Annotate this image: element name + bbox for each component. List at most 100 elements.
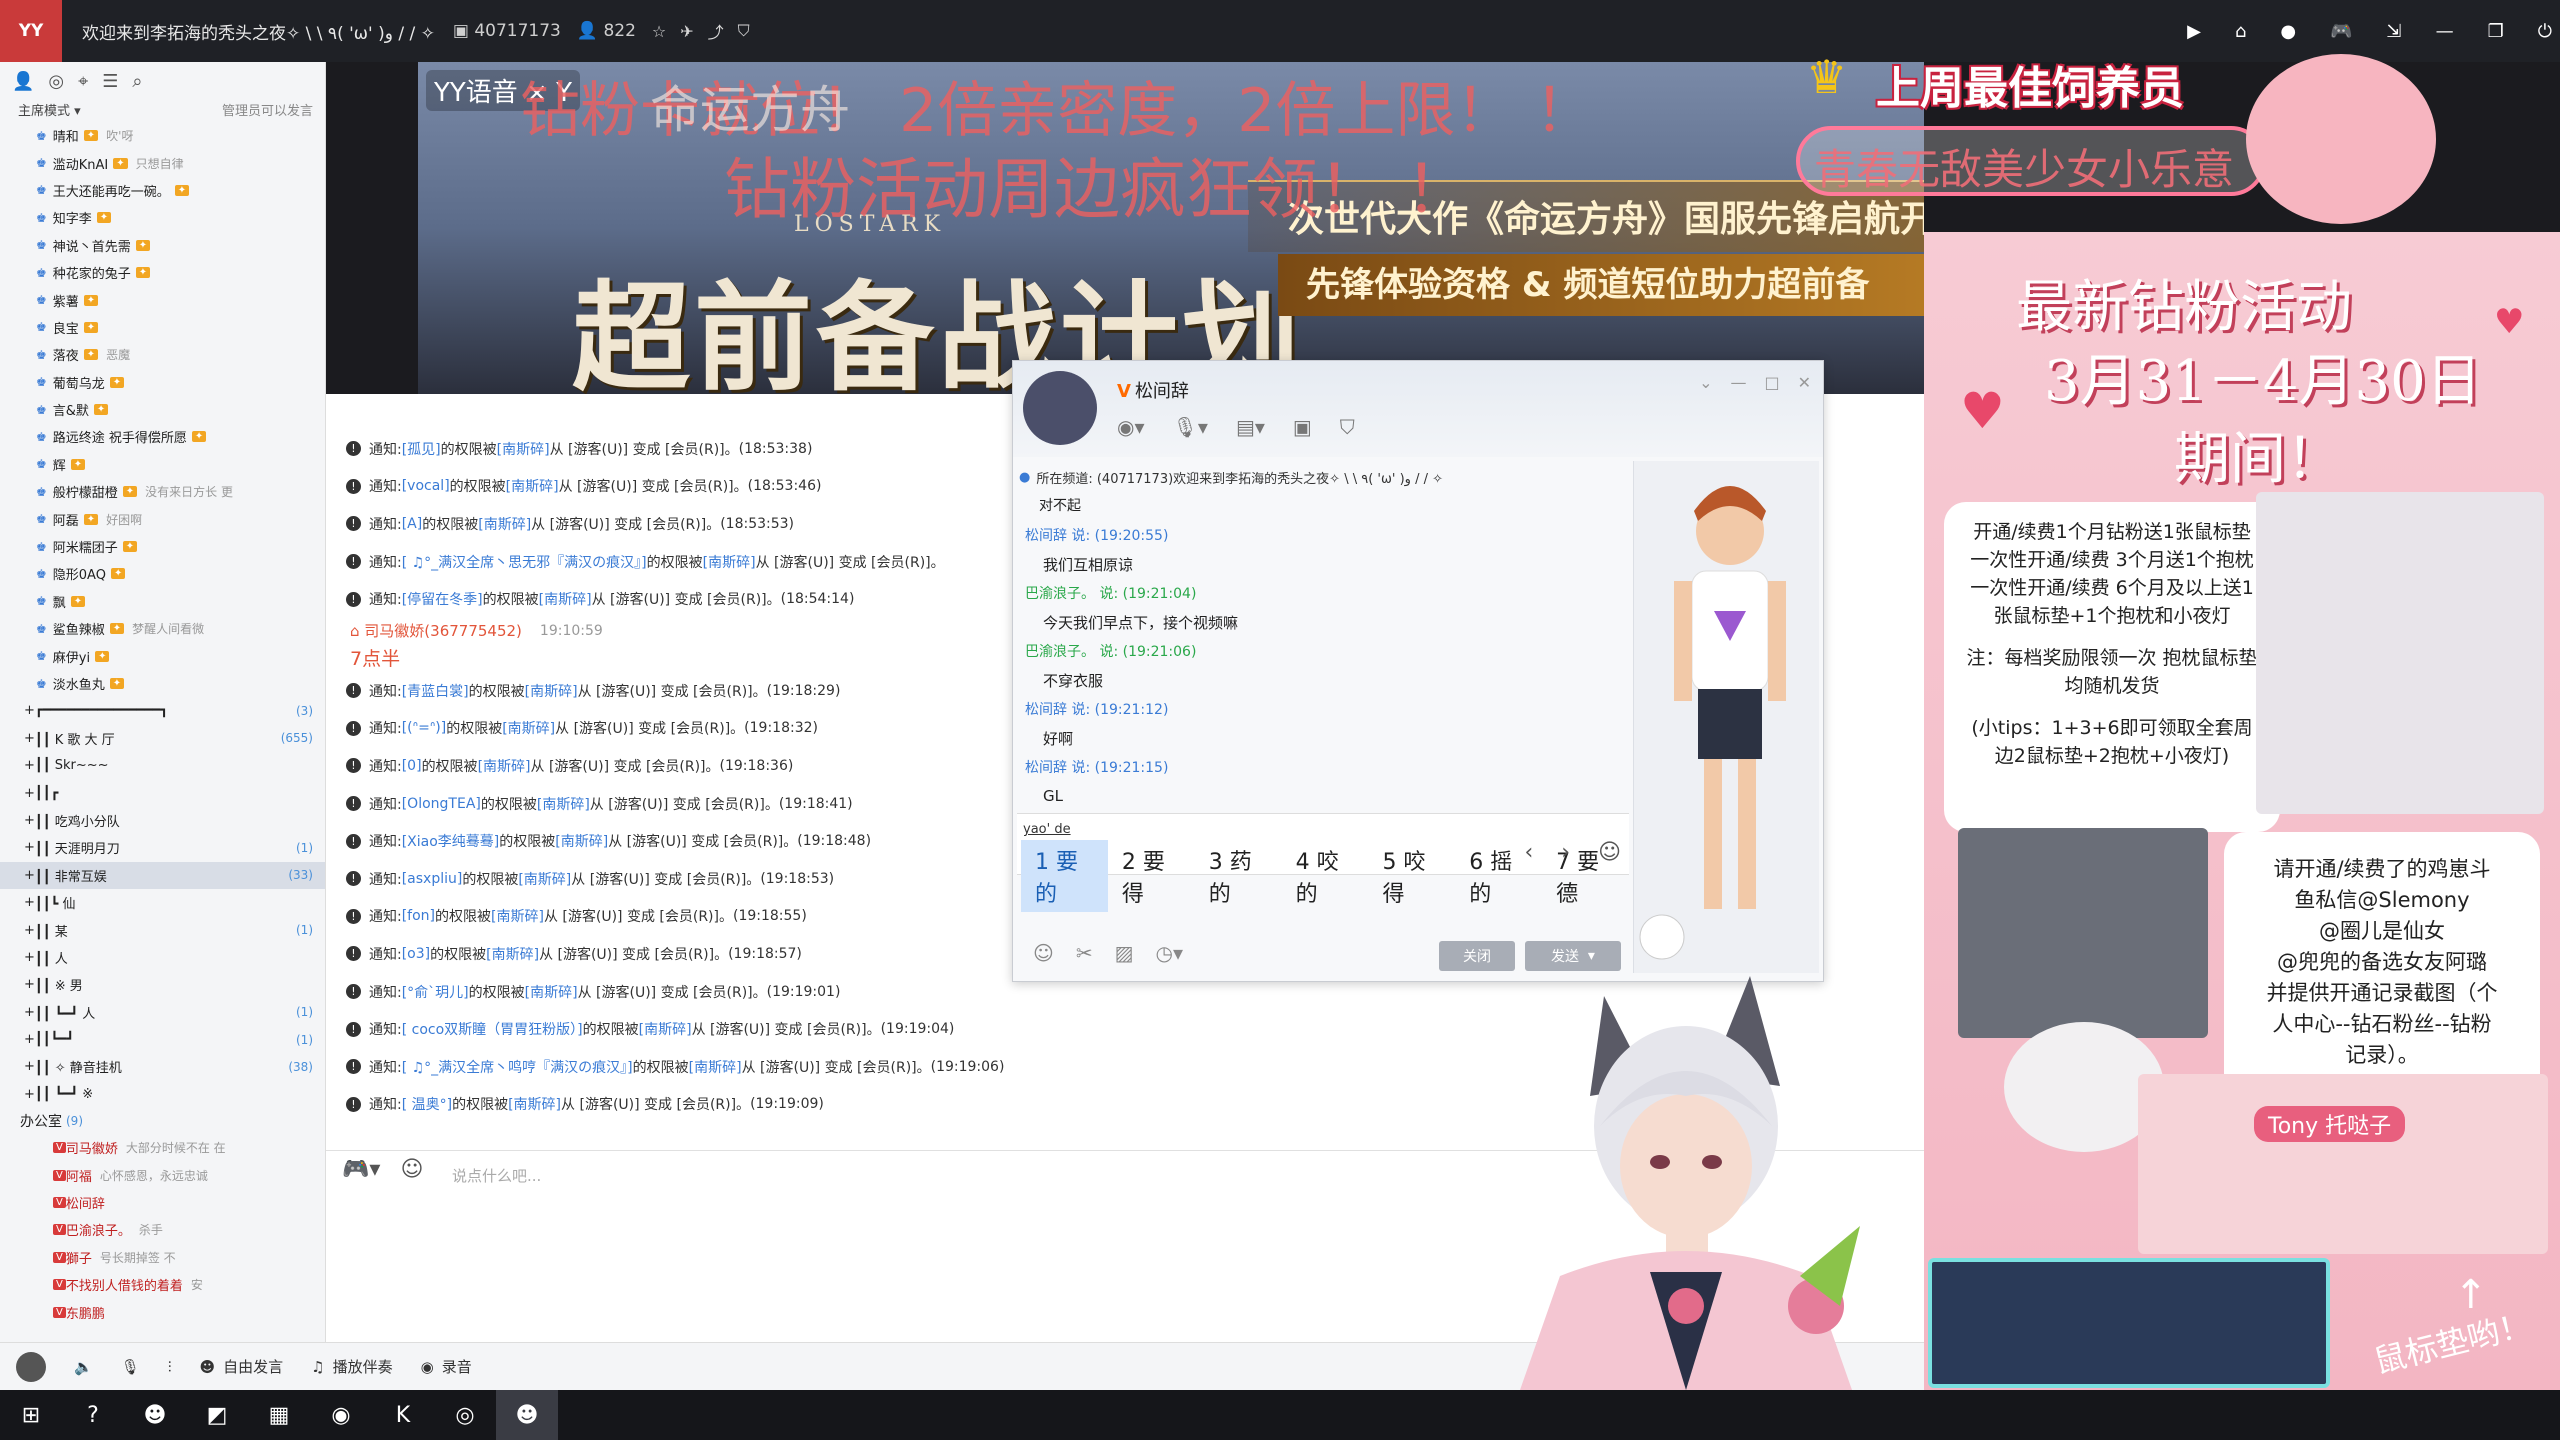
notice-admin[interactable]: [南斯碎] — [639, 1019, 692, 1039]
member-row[interactable]: ♚ 滥动KnAI ✦ 只想自律 — [0, 149, 325, 176]
notice-admin[interactable]: [南斯碎] — [518, 869, 571, 889]
app-k-icon[interactable]: K — [372, 1390, 434, 1440]
emoji-icon[interactable]: ☺ — [400, 1157, 423, 1182]
user-avatar[interactable] — [16, 1351, 46, 1382]
notice-user[interactable]: [ ♫°_满汉全席丶思无邪『满汉の痕汉』] — [402, 552, 647, 572]
notice-user[interactable]: [青蓝白裳] — [402, 681, 469, 701]
member-row[interactable]: ♚ 淡水鱼丸 ✦ — [0, 670, 325, 697]
notice-user[interactable]: [(ᐢ=ᐢ)] — [402, 720, 446, 736]
office-channel[interactable]: 办公室 (9) — [0, 1108, 325, 1134]
member-row[interactable]: ♚ 神说丶首先需 ✦ — [0, 232, 325, 259]
app-image-icon[interactable]: ▦ — [248, 1390, 310, 1440]
expand-icon[interactable]: + — [24, 950, 35, 965]
camera-icon[interactable]: ◉▾ — [1117, 415, 1145, 439]
expand-icon[interactable]: + — [24, 923, 35, 938]
expand-icon[interactable]: + — [24, 1032, 35, 1047]
mixer-icon[interactable]: ⫶ — [168, 1358, 172, 1376]
expand-icon[interactable]: + — [24, 895, 35, 910]
record-button[interactable]: ◉ 录音 — [421, 1356, 472, 1377]
channel-row[interactable]: + ┃┃┗━┛ (1) — [0, 1026, 325, 1053]
screenshot-icon[interactable]: ▣ — [1293, 415, 1312, 439]
message-sender[interactable]: 司马徽娇(367775452) — [364, 620, 522, 641]
notice-admin[interactable]: [南斯碎] — [555, 831, 608, 851]
notice-admin[interactable]: [南斯碎] — [508, 1094, 561, 1114]
notice-user[interactable]: [asxpliu] — [402, 871, 463, 887]
close-icon[interactable]: ✕ — [1798, 373, 1811, 392]
notice-admin[interactable]: [南斯碎] — [486, 944, 539, 964]
notice-user[interactable]: [ 温奥°] — [402, 1094, 452, 1114]
app-edge-icon[interactable]: ◎ — [434, 1390, 496, 1440]
ime-candidate[interactable]: 5 咬得 — [1368, 840, 1455, 912]
location-icon[interactable]: ⌖ — [78, 71, 88, 92]
free-speak-button[interactable]: ☻ 自由发言 — [200, 1356, 284, 1377]
notice-admin[interactable]: [南斯碎] — [689, 1057, 742, 1077]
office-member-row[interactable]: V 司马徽娇 大部分时候不在 在 — [0, 1134, 325, 1161]
list-icon[interactable]: ☰ — [102, 71, 118, 92]
ime-candidate[interactable]: 3 药的 — [1195, 840, 1282, 912]
member-row[interactable]: ♚ 言&默 ✦ — [0, 396, 325, 423]
share-icon[interactable]: ⤴ — [708, 19, 724, 43]
notice-admin[interactable]: [南斯碎] — [478, 514, 531, 534]
mic-icon[interactable]: 🎙 — [121, 1358, 140, 1376]
notice-admin[interactable]: [南斯碎] — [497, 439, 550, 459]
start-icon[interactable]: ⊞ — [0, 1390, 62, 1440]
clock-icon[interactable]: ◷▾ — [1156, 941, 1184, 965]
office-member-row[interactable]: V 巴渝浪子。 杀手 — [0, 1216, 325, 1243]
member-row[interactable]: ♚ 般柠檬甜橙 ✦ 没有来日方长 更 — [0, 478, 325, 505]
minimize-to-tray-icon[interactable]: ⇲ — [2387, 21, 2402, 42]
member-row[interactable]: ♚ 辉 ✦ — [0, 451, 325, 478]
notice-user[interactable]: [0] — [402, 758, 422, 774]
channel-row[interactable]: + ┃┃ 人 — [0, 944, 325, 971]
app-netease-icon[interactable]: ◉ — [310, 1390, 372, 1440]
app-yy-icon[interactable]: ☻ — [124, 1390, 186, 1440]
expand-icon[interactable]: + — [24, 1005, 35, 1020]
office-member-row[interactable]: V 阿福 心怀感恩，永远忠诚 — [0, 1161, 325, 1188]
member-row[interactable]: ♚ 紫薯 ✦ — [0, 286, 325, 313]
member-row[interactable]: ♚ 葡萄乌龙 ✦ — [0, 369, 325, 396]
app-help-icon[interactable]: ? — [62, 1390, 124, 1440]
notice-user[interactable]: [停留在冬季] — [402, 589, 483, 609]
notice-user[interactable]: [ ♫°_满汉全席丶鸣哼『满汉の痕汉』] — [402, 1057, 633, 1077]
screen-icon[interactable]: ▶ — [2187, 21, 2201, 42]
member-row[interactable]: ♚ 良宝 ✦ — [0, 314, 325, 341]
notice-user[interactable]: [vocal] — [402, 478, 450, 494]
notice-admin[interactable]: [南斯碎] — [703, 552, 756, 572]
notice-user[interactable]: [°俞`玥儿] — [402, 982, 469, 1002]
notice-admin[interactable]: [南斯碎] — [506, 476, 559, 496]
music-button[interactable]: ♫ 播放伴奏 — [311, 1356, 392, 1377]
power-icon[interactable]: ⏻ — [2538, 21, 2552, 42]
member-row[interactable]: ♚ 落夜 ✦ 恶魔 — [0, 341, 325, 368]
sticker-icon[interactable]: ☺ — [1033, 941, 1054, 965]
member-row[interactable]: ♚ 知字李 ✦ — [0, 204, 325, 231]
notice-user[interactable]: [A] — [402, 516, 423, 532]
channel-row[interactable]: + ┃┃ ┗━┛ 人 (1) — [0, 999, 325, 1026]
gamepad-icon[interactable]: 🎮 — [2330, 21, 2352, 42]
notice-admin[interactable]: [南斯碎] — [525, 982, 578, 1002]
member-row[interactable]: ♚ 路远终途 祝手得偿所愿 ✦ — [0, 423, 325, 450]
expand-icon[interactable]: + — [24, 703, 35, 718]
expand-icon[interactable]: + — [24, 813, 35, 828]
expand-icon[interactable]: + — [24, 977, 35, 992]
shield-icon[interactable]: ⛉ — [738, 21, 750, 41]
member-row[interactable]: ♚ 晴和 ✦ 吹'呀 — [0, 122, 325, 149]
next-icon[interactable]: › — [1561, 840, 1570, 865]
member-row[interactable]: ♚ 王大还能再吃一碗。 ✦ — [0, 177, 325, 204]
pm-close-button[interactable]: 关闭 — [1439, 941, 1515, 971]
notice-admin[interactable]: [南斯碎] — [539, 589, 592, 609]
channel-row[interactable]: + ┃┃┏ — [0, 779, 325, 806]
avatar[interactable]: ● — [2280, 21, 2296, 42]
notice-admin[interactable]: [南斯碎] — [502, 718, 555, 738]
channel-row[interactable]: + ┃┃ 某 (1) — [0, 916, 325, 943]
notice-user[interactable]: [Xiao李纯蓦蓦] — [402, 831, 500, 851]
ime-candidate[interactable]: 2 要得 — [1108, 840, 1195, 912]
folder-icon[interactable]: ▤▾ — [1236, 415, 1265, 439]
office-member-row[interactable]: V 不找别人借钱的着着安 — [0, 1271, 325, 1298]
chat-icon[interactable]: ◎ — [48, 71, 64, 92]
minimize-icon[interactable]: — — [1730, 373, 1746, 392]
prev-icon[interactable]: ‹ — [1524, 840, 1533, 865]
member-row[interactable]: ♚ 阿米糯团子 ✦ — [0, 533, 325, 560]
channel-row[interactable]: + ┃┃ Skr~~~ — [0, 752, 325, 779]
expand-icon[interactable]: + — [24, 758, 35, 773]
app-obs-icon[interactable]: ◩ — [186, 1390, 248, 1440]
ime-candidate[interactable]: 4 咬的 — [1282, 840, 1369, 912]
